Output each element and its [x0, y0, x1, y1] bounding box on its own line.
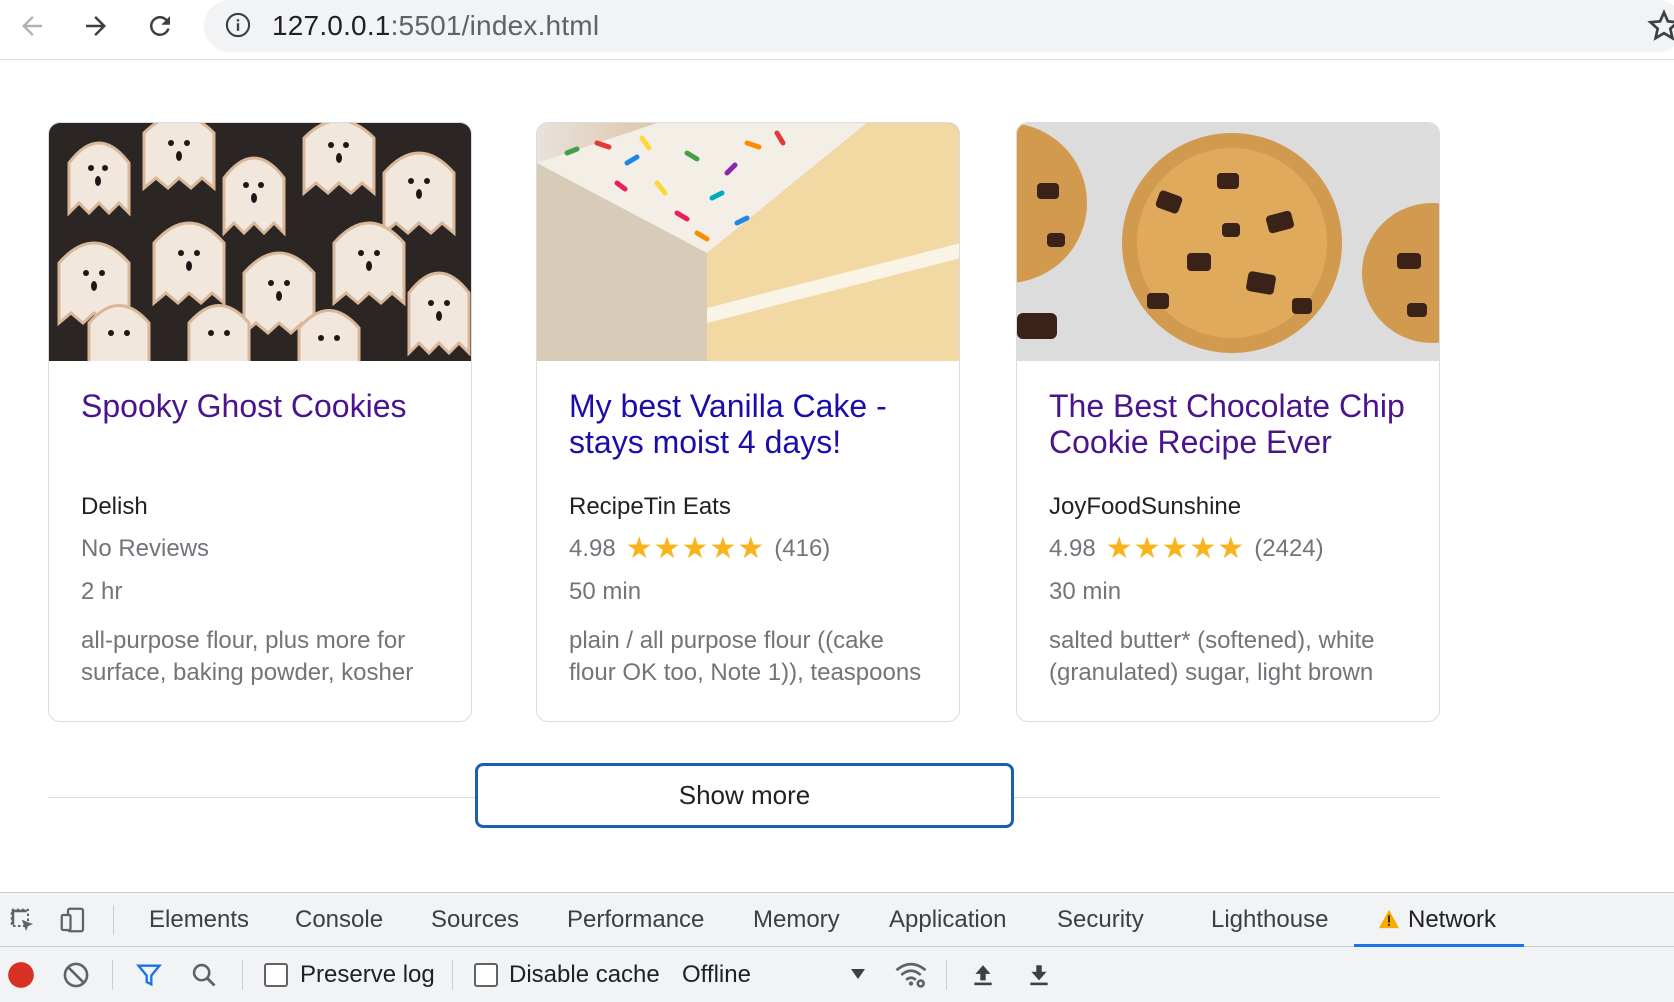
rating-value: 4.98 — [569, 535, 616, 562]
preserve-log-checkbox[interactable] — [264, 963, 288, 987]
address-bar[interactable]: 127.0.0.1:5501/index.html — [204, 0, 1674, 52]
separator — [112, 960, 113, 990]
star-icon: ★ — [1105, 532, 1133, 565]
separator — [113, 905, 114, 935]
bookmark-star-icon[interactable] — [1646, 8, 1674, 44]
star-icon: ★ — [653, 532, 681, 565]
tab-sources[interactable]: Sources — [431, 893, 519, 947]
recipe-source: Delish — [81, 493, 148, 520]
recipe-image-ghost-cookies — [49, 123, 471, 361]
tab-security[interactable]: Security — [1057, 893, 1144, 947]
recipe-source: JoyFoodSunshine — [1049, 493, 1242, 520]
recipe-rating: 4.98 ★ ★ ★ ★ ★ (2424) — [1049, 534, 1415, 564]
network-toolbar: Preserve log Disable cache Offline — [0, 948, 1674, 1002]
recipe-time: 30 min — [1049, 578, 1122, 605]
star-icon: ★ — [1133, 532, 1161, 565]
export-har-icon[interactable] — [1024, 960, 1054, 990]
recipe-card-chocolate-chip-cookie[interactable]: The Best Chocolate Chip Cookie Recipe Ev… — [1016, 122, 1440, 722]
recipe-rating: No Reviews — [81, 534, 447, 564]
recipe-cards: Spooky Ghost Cookies Delish No Reviews 2… — [48, 122, 1440, 722]
separator — [452, 960, 453, 990]
url-path: :5501/index.html — [390, 10, 600, 41]
star-rating: ★ ★ ★ ★ ★ — [626, 534, 765, 564]
search-icon[interactable] — [189, 960, 219, 990]
filter-icon[interactable] — [134, 960, 164, 990]
separator — [242, 960, 243, 990]
recipe-title[interactable]: Spooky Ghost Cookies — [81, 388, 447, 492]
tab-network-label: Network — [1408, 906, 1497, 933]
tab-lighthouse[interactable]: Lighthouse — [1211, 893, 1328, 947]
separator — [946, 960, 947, 990]
tab-console[interactable]: Console — [295, 893, 383, 947]
star-rating: ★ ★ ★ ★ ★ — [1106, 534, 1245, 564]
recipe-time: 2 hr — [81, 578, 123, 605]
recipe-ingredients: all-purpose flour, plus more for surface… — [81, 627, 414, 686]
recipe-ingredients: salted butter* (softened), white (granul… — [1049, 627, 1375, 686]
star-icon: ★ — [737, 532, 765, 565]
info-icon[interactable] — [224, 11, 252, 39]
reload-icon — [149, 15, 170, 36]
star-icon: ★ — [681, 532, 709, 565]
url-text: 127.0.0.1:5501/index.html — [272, 9, 599, 43]
browser-toolbar: 127.0.0.1:5501/index.html — [0, 0, 1674, 60]
recipe-card-vanilla-cake[interactable]: My best Vanilla Cake - stays moist 4 day… — [536, 122, 960, 722]
back-button[interactable] — [10, 4, 54, 48]
star-icon: ★ — [1189, 532, 1217, 565]
recipe-image-vanilla-cake — [537, 123, 959, 361]
devtools-panel: Elements Console Sources Performance Mem… — [0, 892, 1674, 1002]
recipe-image-chocolate-chip-cookie — [1017, 123, 1439, 361]
device-toolbar-icon[interactable] — [56, 903, 90, 937]
star-icon: ★ — [1161, 532, 1189, 565]
tab-performance[interactable]: Performance — [567, 893, 704, 947]
arrow-left-icon — [22, 16, 42, 36]
import-har-icon[interactable] — [968, 960, 998, 990]
disable-cache-checkbox[interactable] — [474, 963, 498, 987]
tab-elements[interactable]: Elements — [149, 893, 249, 947]
preserve-log-label: Preserve log — [300, 961, 435, 988]
throttling-select[interactable]: Offline — [682, 960, 751, 990]
disable-cache-label: Disable cache — [509, 961, 660, 988]
recipe-title[interactable]: The Best Chocolate Chip Cookie Recipe Ev… — [1049, 388, 1415, 492]
recipe-ingredients: plain / all purpose flour ((cake flour O… — [569, 627, 922, 686]
warning-icon — [1379, 909, 1399, 929]
url-host: 127.0.0.1 — [272, 10, 391, 41]
recipe-time: 50 min — [569, 578, 642, 605]
recipe-title[interactable]: My best Vanilla Cake - stays moist 4 day… — [569, 388, 935, 492]
star-icon: ★ — [625, 532, 653, 565]
review-count: (2424) — [1254, 535, 1324, 562]
chevron-down-icon[interactable] — [846, 962, 870, 986]
star-icon: ★ — [709, 532, 737, 565]
no-reviews-text: No Reviews — [81, 535, 210, 562]
recipe-rating: 4.98 ★ ★ ★ ★ ★ (416) — [569, 534, 935, 564]
devtools-tab-bar: Elements Console Sources Performance Mem… — [0, 893, 1674, 947]
review-count: (416) — [774, 535, 831, 562]
tab-network[interactable]: Network — [1354, 893, 1524, 947]
tab-application[interactable]: Application — [889, 893, 1006, 947]
record-icon[interactable] — [6, 960, 36, 990]
star-icon: ★ — [1217, 532, 1245, 565]
rating-value: 4.98 — [1049, 535, 1096, 562]
tab-memory[interactable]: Memory — [753, 893, 840, 947]
clear-icon[interactable] — [61, 960, 91, 990]
show-more-button[interactable]: Show more — [475, 763, 1014, 828]
forward-button[interactable] — [74, 4, 118, 48]
reload-button[interactable] — [138, 4, 182, 48]
inspect-element-icon[interactable] — [6, 904, 40, 938]
network-conditions-icon[interactable] — [893, 958, 929, 992]
recipe-card-ghost-cookies[interactable]: Spooky Ghost Cookies Delish No Reviews 2… — [48, 122, 472, 722]
recipe-source: RecipeTin Eats — [569, 493, 731, 520]
arrow-right-icon — [86, 16, 106, 36]
